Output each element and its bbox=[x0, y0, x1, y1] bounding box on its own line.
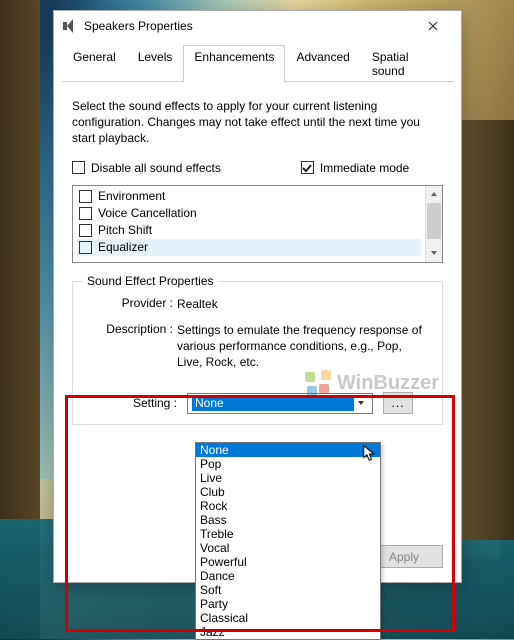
effect-label: Pitch Shift bbox=[98, 223, 152, 237]
dropdown-option[interactable]: Live bbox=[196, 471, 380, 485]
checkbox-icon bbox=[79, 207, 92, 220]
provider-label: Provider : bbox=[87, 296, 177, 312]
dropdown-option[interactable]: Pop bbox=[196, 457, 380, 471]
list-item[interactable]: Environment bbox=[77, 188, 421, 205]
immediate-mode-checkbox[interactable]: Immediate mode bbox=[301, 161, 409, 175]
effect-label: Equalizer bbox=[98, 240, 148, 254]
effect-label: Voice Cancellation bbox=[98, 206, 197, 220]
list-item[interactable]: Voice Cancellation bbox=[77, 205, 421, 222]
scroll-thumb[interactable] bbox=[427, 203, 441, 239]
immediate-mode-label: Immediate mode bbox=[320, 161, 409, 175]
dropdown-option[interactable]: Treble bbox=[196, 527, 380, 541]
close-button[interactable] bbox=[413, 12, 453, 40]
window-title: Speakers Properties bbox=[84, 19, 413, 33]
checkbox-icon bbox=[79, 190, 92, 203]
tab-strip: General Levels Enhancements Advanced Spa… bbox=[54, 41, 461, 82]
chevron-down-icon bbox=[354, 399, 368, 407]
speaker-icon bbox=[62, 18, 78, 34]
dropdown-option[interactable]: Dance bbox=[196, 569, 380, 583]
tab-enhancements[interactable]: Enhancements bbox=[183, 45, 285, 82]
description-value: Settings to emulate the frequency respon… bbox=[177, 322, 428, 371]
description-label: Description : bbox=[87, 322, 177, 371]
setting-label: Setting : bbox=[117, 396, 177, 410]
effects-list[interactable]: Environment Voice Cancellation Pitch Shi… bbox=[72, 185, 443, 263]
dropdown-option[interactable]: None bbox=[196, 443, 380, 457]
dropdown-option[interactable]: Soft bbox=[196, 583, 380, 597]
checkbox-icon bbox=[72, 161, 85, 174]
checkbox-icon bbox=[301, 161, 314, 174]
scroll-down-button[interactable] bbox=[426, 245, 442, 262]
tab-general[interactable]: General bbox=[62, 45, 127, 82]
instructions-text: Select the sound effects to apply for yo… bbox=[72, 98, 443, 147]
group-title: Sound Effect Properties bbox=[83, 274, 218, 288]
titlebar: Speakers Properties bbox=[54, 11, 461, 41]
disable-all-label: Disable all sound effects bbox=[91, 161, 221, 175]
setting-combobox[interactable]: None bbox=[187, 393, 373, 414]
scrollbar[interactable] bbox=[425, 186, 442, 262]
tab-advanced[interactable]: Advanced bbox=[285, 45, 360, 82]
list-item[interactable]: Pitch Shift bbox=[77, 222, 421, 239]
checkbox-icon bbox=[79, 224, 92, 237]
checkbox-icon bbox=[79, 241, 92, 254]
tab-levels[interactable]: Levels bbox=[127, 45, 184, 82]
dropdown-option[interactable]: Bass bbox=[196, 513, 380, 527]
provider-value: Realtek bbox=[177, 296, 428, 312]
list-item[interactable]: Equalizer bbox=[77, 239, 421, 256]
scroll-up-button[interactable] bbox=[426, 186, 442, 203]
dropdown-option[interactable]: Party bbox=[196, 597, 380, 611]
effect-label: Environment bbox=[98, 189, 165, 203]
dropdown-option[interactable]: Powerful bbox=[196, 555, 380, 569]
sound-effect-properties-group: Sound Effect Properties Provider : Realt… bbox=[72, 281, 443, 426]
dropdown-option[interactable]: Classical bbox=[196, 611, 380, 625]
disable-all-checkbox[interactable]: Disable all sound effects bbox=[72, 161, 221, 175]
more-button[interactable]: ... bbox=[383, 392, 413, 414]
dropdown-option[interactable]: Jazz bbox=[196, 625, 380, 639]
scroll-track[interactable] bbox=[426, 203, 442, 245]
dropdown-option[interactable]: Vocal bbox=[196, 541, 380, 555]
setting-value: None bbox=[192, 396, 354, 411]
dropdown-option[interactable]: Rock bbox=[196, 499, 380, 513]
dropdown-option[interactable]: Club bbox=[196, 485, 380, 499]
tab-spatial-sound[interactable]: Spatial sound bbox=[361, 45, 453, 82]
setting-dropdown[interactable]: NonePopLiveClubRockBassTrebleVocalPowerf… bbox=[195, 442, 381, 640]
